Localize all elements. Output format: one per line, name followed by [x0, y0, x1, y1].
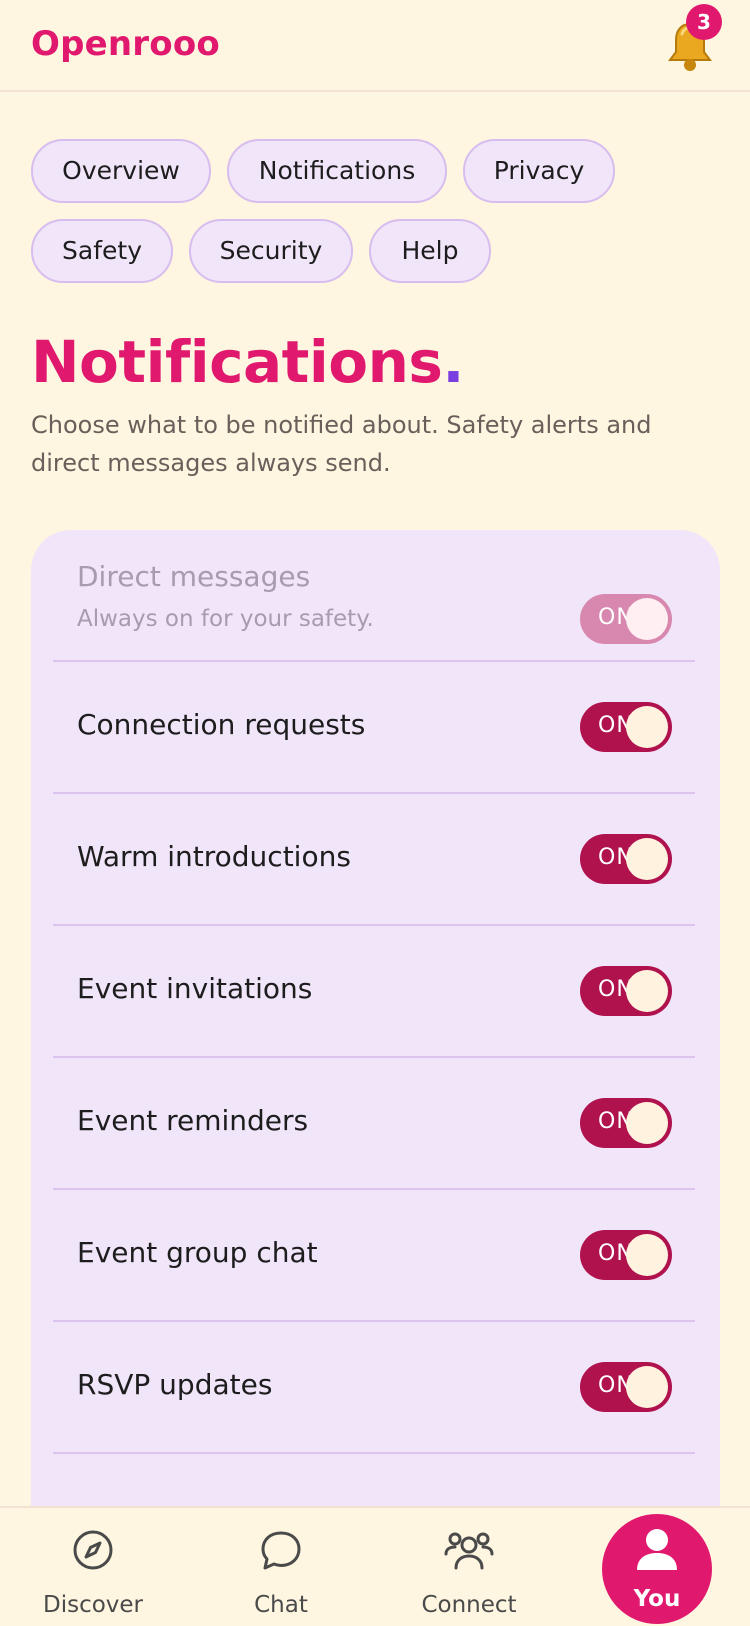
- compass-icon: [73, 1530, 113, 1570]
- tab-security[interactable]: Security: [189, 219, 353, 283]
- warm-introductions-toggle[interactable]: ON: [580, 834, 672, 884]
- event-invitations-toggle[interactable]: ON: [580, 966, 672, 1016]
- setting-row-direct-messages: Direct messages Always on for your safet…: [53, 530, 695, 662]
- nav-connect[interactable]: Connect: [394, 1508, 544, 1626]
- tab-safety[interactable]: Safety: [31, 219, 173, 283]
- setting-label: Direct messages: [77, 560, 311, 593]
- tab-overview[interactable]: Overview: [31, 139, 211, 203]
- toggle-knob: [626, 1102, 668, 1144]
- toggle-knob: [626, 1234, 668, 1276]
- event-reminders-toggle[interactable]: ON: [580, 1098, 672, 1148]
- toggle-knob: [626, 970, 668, 1012]
- nav-label: Connect: [421, 1592, 517, 1618]
- toggle-knob: [626, 598, 668, 640]
- rsvp-updates-toggle[interactable]: ON: [580, 1362, 672, 1412]
- setting-label: Event reminders: [77, 1104, 309, 1137]
- tab-help[interactable]: Help: [369, 219, 491, 283]
- settings-page: Openrooo 3 Overview Notifications Privac…: [0, 0, 750, 1626]
- app-header: Openrooo 3: [0, 0, 750, 92]
- notifications-bell-button[interactable]: 3: [662, 4, 722, 72]
- nav-label: Discover: [42, 1592, 144, 1618]
- page-title: Notifications.: [31, 328, 464, 396]
- page-subtitle: Choose what to be notified about. Safety…: [31, 411, 652, 477]
- toggle-knob: [626, 706, 668, 748]
- nav-label: Chat: [254, 1592, 308, 1618]
- toggle-knob: [626, 838, 668, 880]
- setting-label: Event invitations: [77, 972, 313, 1005]
- people-icon: [444, 1532, 494, 1570]
- page-title-text: Notifications: [31, 328, 443, 396]
- setting-sublabel: Always on for your safety.: [77, 606, 374, 632]
- notification-settings-card: Direct messages Always on for your safet…: [31, 530, 720, 1626]
- chat-bubble-icon: [261, 1531, 301, 1570]
- notification-count-badge: 3: [686, 4, 722, 40]
- setting-row-event-reminders: Event reminders ON: [53, 1058, 695, 1190]
- setting-label: Connection requests: [77, 708, 366, 741]
- setting-row-event-invitations: Event invitations ON: [53, 926, 695, 1058]
- event-group-chat-toggle[interactable]: ON: [580, 1230, 672, 1280]
- setting-label: Event group chat: [77, 1236, 318, 1269]
- nav-chat[interactable]: Chat: [206, 1508, 356, 1626]
- user-icon: [637, 1529, 677, 1570]
- direct-messages-toggle: ON: [580, 594, 672, 644]
- toggle-knob: [626, 1366, 668, 1408]
- setting-row-warm-introductions: Warm introductions ON: [53, 794, 695, 926]
- nav-label: You: [633, 1586, 681, 1612]
- nav-you[interactable]: You: [602, 1514, 712, 1624]
- setting-row-rsvp-updates: RSVP updates ON: [53, 1322, 695, 1454]
- nav-discover[interactable]: Discover: [18, 1508, 168, 1626]
- setting-row-connection-requests: Connection requests ON: [53, 662, 695, 794]
- setting-label: RSVP updates: [77, 1368, 273, 1401]
- connection-requests-toggle[interactable]: ON: [580, 702, 672, 752]
- tab-privacy[interactable]: Privacy: [463, 139, 615, 203]
- tab-notifications[interactable]: Notifications: [227, 139, 447, 203]
- setting-label: Warm introductions: [77, 840, 351, 873]
- setting-row-event-group-chat: Event group chat ON: [53, 1190, 695, 1322]
- page-title-dot: .: [442, 328, 464, 396]
- brand-logo[interactable]: Openrooo: [31, 24, 220, 64]
